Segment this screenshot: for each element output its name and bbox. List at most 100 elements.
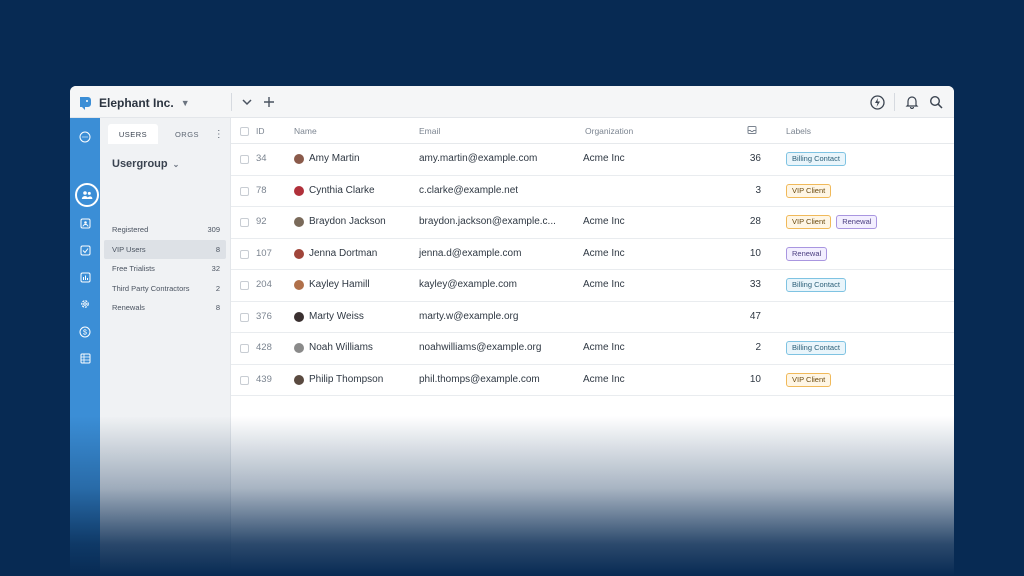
cell-email: amy.martin@example.com xyxy=(419,153,538,164)
tab-orgs[interactable]: ORGS xyxy=(166,124,208,144)
users-icon[interactable] xyxy=(75,183,99,207)
inbox-icon[interactable] xyxy=(747,125,757,137)
cell-email: kayley@example.com xyxy=(419,279,517,290)
svg-text:$: $ xyxy=(83,330,87,337)
group-label: Free Trialists xyxy=(112,264,155,274)
chevron-down-icon: ▼ xyxy=(180,98,190,108)
select-all-checkbox[interactable] xyxy=(240,127,249,136)
table-icon[interactable] xyxy=(77,350,93,366)
avatar xyxy=(294,154,304,164)
group-count: 2 xyxy=(215,283,220,293)
row-checkbox[interactable] xyxy=(240,344,249,353)
bell-icon[interactable] xyxy=(904,94,920,110)
elephant-logo-icon xyxy=(78,95,93,111)
table-row[interactable]: 107 Jenna Dortman jenna.d@example.com Acme … xyxy=(231,239,954,270)
row-checkbox[interactable] xyxy=(240,312,249,322)
divider xyxy=(231,93,232,111)
avatar xyxy=(294,374,304,385)
labels-cell: Billing Contact xyxy=(786,278,846,292)
table-row[interactable]: 439 Philip Thompson phil.thomps@example.co… xyxy=(231,365,954,396)
table-row[interactable]: 428 Noah Williams noahwilliams@example.org… xyxy=(231,333,954,365)
cell-id: 428 xyxy=(256,342,272,353)
labels-cell: VIP Client xyxy=(786,372,832,387)
avatar xyxy=(294,217,304,227)
dollar-icon[interactable]: $ xyxy=(77,324,93,340)
cell-name[interactable]: Amy Martin xyxy=(309,153,360,164)
cell-name[interactable]: Jenna Dortman xyxy=(309,248,377,259)
chevron-down-icon[interactable] xyxy=(239,94,255,110)
tab-users[interactable]: USERS xyxy=(108,124,158,144)
cell-count: 33 xyxy=(749,279,761,290)
header-organization[interactable]: Organization xyxy=(585,126,633,136)
usergroup-title: Usergroup xyxy=(112,158,168,170)
label-badge[interactable]: Billing Contact xyxy=(786,278,846,292)
cell-name[interactable]: Noah Williams xyxy=(309,342,373,353)
row-checkbox[interactable] xyxy=(240,249,249,259)
cell-email: marty.w@example.org xyxy=(419,310,519,322)
plus-icon[interactable] xyxy=(261,94,277,110)
cell-count: 10 xyxy=(749,247,761,259)
group-label: Third Party Contractors xyxy=(112,283,190,293)
cell-name[interactable]: Braydon Jackson xyxy=(309,216,386,227)
group-item-active[interactable]: VIP Users 8 xyxy=(104,239,226,259)
label-badge[interactable]: Renewal xyxy=(836,215,878,229)
group-item[interactable]: Third Party Contractors 2 xyxy=(104,279,226,299)
cell-name[interactable]: Kayley Hamill xyxy=(309,279,370,290)
table-row[interactable]: 204 Kayley Hamill kayley@example.com Acme I… xyxy=(231,270,954,302)
label-badge[interactable]: VIP Client xyxy=(786,183,832,198)
cell-organization: Acme Inc xyxy=(583,216,625,227)
label-badge[interactable]: Billing Contact xyxy=(786,341,846,355)
cell-id: 34 xyxy=(256,153,267,164)
group-item[interactable]: Renewals 8 xyxy=(104,298,226,318)
contact-icon[interactable] xyxy=(77,215,93,231)
avatar xyxy=(294,185,304,196)
cell-name[interactable]: Marty Weiss xyxy=(309,311,364,322)
label-badge[interactable]: Billing Contact xyxy=(786,152,846,166)
header-email[interactable]: Email xyxy=(419,126,440,136)
table-row[interactable]: 376 Marty Weiss marty.w@example.org 47 xyxy=(231,302,954,333)
group-list: Registered 309 VIP Users 8 Free Trialist… xyxy=(104,220,226,318)
cell-id: 107 xyxy=(256,247,272,259)
group-item[interactable]: Free Trialists 32 xyxy=(104,259,226,279)
group-label: VIP Users xyxy=(112,244,146,254)
row-checkbox[interactable] xyxy=(240,375,249,385)
group-item[interactable]: Registered 309 xyxy=(104,220,226,240)
row-checkbox[interactable] xyxy=(240,218,249,227)
label-badge[interactable]: VIP Client xyxy=(786,372,832,387)
cell-count: 10 xyxy=(749,373,761,385)
header-labels[interactable]: Labels xyxy=(786,126,811,136)
brand-switcher[interactable]: Elephant Inc. ▼ xyxy=(78,94,190,112)
panel-tabs: USERS ORGS ⋮ xyxy=(106,124,226,144)
cell-id: 92 xyxy=(256,216,267,227)
group-label: Renewals xyxy=(112,303,145,313)
brand-name: Elephant Inc. xyxy=(99,96,174,110)
table-header: ID Name Email Organization Labels xyxy=(231,118,954,144)
check-icon[interactable] xyxy=(77,242,93,258)
group-count: 32 xyxy=(211,264,220,274)
table-row[interactable]: 92 Braydon Jackson braydon.jackson@example… xyxy=(231,207,954,239)
lightning-icon[interactable] xyxy=(869,94,885,110)
row-checkbox[interactable] xyxy=(240,155,249,164)
usergroup-selector[interactable]: Usergroup ⌄ xyxy=(112,158,179,170)
row-checkbox[interactable] xyxy=(240,186,249,196)
cell-organization: Acme Inc xyxy=(583,342,625,353)
gear-icon[interactable] xyxy=(77,296,93,312)
usergroup-panel: USERS ORGS ⋮ Usergroup ⌄ Registered 309 … xyxy=(100,118,231,576)
chat-icon[interactable] xyxy=(77,129,93,145)
header-id[interactable]: ID xyxy=(256,126,265,136)
more-options-icon[interactable]: ⋮ xyxy=(214,124,224,144)
avatar xyxy=(294,311,304,322)
label-badge[interactable]: VIP Client xyxy=(786,215,832,229)
chart-icon[interactable] xyxy=(77,269,93,285)
table-row[interactable]: 78 Cynthia Clarke c.clarke@example.net 3 VIP… xyxy=(231,176,954,207)
header-name[interactable]: Name xyxy=(294,126,317,136)
cell-name[interactable]: Philip Thompson xyxy=(309,374,383,385)
search-icon[interactable] xyxy=(928,94,944,110)
row-checkbox[interactable] xyxy=(240,281,249,290)
table-row[interactable]: 34 Amy Martin amy.martin@example.com Acme I… xyxy=(231,144,954,176)
labels-cell: VIP Client Renewal xyxy=(786,215,878,229)
label-badge[interactable]: Renewal xyxy=(786,246,828,261)
divider xyxy=(894,93,895,111)
cell-name[interactable]: Cynthia Clarke xyxy=(309,185,375,196)
left-rail: $ xyxy=(70,118,100,576)
